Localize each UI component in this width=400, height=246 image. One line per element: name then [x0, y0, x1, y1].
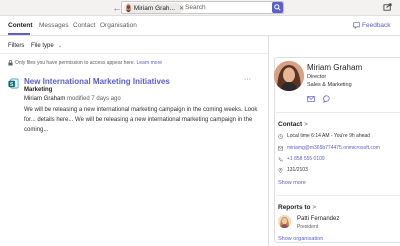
popout-icon[interactable] [383, 3, 392, 12]
permission-text: Only files you have permission to access… [15, 60, 136, 66]
chip-close-icon[interactable]: ✕ [179, 5, 184, 12]
search-button[interactable] [272, 2, 283, 13]
file-type-dropdown[interactable]: File type [31, 43, 54, 49]
more-options-icon[interactable]: ··· [244, 76, 251, 83]
manager-title: President [297, 224, 319, 230]
clock-icon [278, 134, 283, 139]
panel-divider [268, 36, 269, 246]
person-avatar [126, 4, 131, 12]
result-author: Miriam Graham [24, 96, 66, 102]
top-bar: ← Miriam Grah... ✕ Search [0, 0, 400, 16]
feedback-icon [353, 22, 360, 29]
person-filter-chip[interactable]: Miriam Grah... ✕ [124, 3, 184, 13]
search-box[interactable]: Miriam Grah... ✕ Search [121, 1, 284, 14]
mail-icon[interactable] [307, 96, 315, 102]
contact-email-link[interactable]: miriamg@m365b774475.onmicrosoft.com [287, 145, 380, 151]
tab-organisation[interactable]: Organisation [100, 22, 137, 29]
search-icon [274, 4, 281, 11]
email-icon [278, 146, 283, 151]
result-modified: modified 7 days ago [67, 96, 121, 102]
profile-title: Director [307, 74, 327, 80]
chevron-right-icon: > [312, 204, 317, 211]
tab-bar: Content Messages Contact Organisation [0, 16, 400, 36]
phone-icon [278, 157, 283, 162]
profile-name: Miriam Graham [307, 63, 363, 72]
tab-messages[interactable]: Messages [39, 22, 69, 29]
manager-avatar[interactable] [278, 215, 291, 228]
divider [0, 53, 268, 54]
contact-heading[interactable]: Contact > [278, 121, 308, 128]
active-tab-indicator [8, 33, 30, 35]
learn-more-link[interactable]: Learn more [136, 60, 162, 66]
sharepoint-file-icon: S [8, 78, 19, 89]
result-snippet: We will be releasing a new international… [24, 107, 258, 133]
divider [276, 112, 400, 113]
chevron-right-icon: > [304, 121, 308, 128]
person-chip-label: Miriam Grah... [133, 4, 175, 12]
manager-name[interactable]: Patti Fernandez [297, 216, 339, 222]
result-title-link[interactable]: New International Marketing Initiatives [24, 77, 170, 86]
chat-icon[interactable] [323, 95, 331, 103]
chevron-down-icon[interactable]: ⌄ [58, 43, 62, 49]
avatar [274, 61, 304, 91]
result-meta: Miriam Graham modified 7 days ago [24, 96, 121, 102]
contact-local-time: Local time 6:14 AM - You're 9h ahead [287, 133, 370, 139]
lock-icon [8, 60, 13, 66]
permission-note: Only files you have permission to access… [15, 60, 162, 66]
feedback-link[interactable]: Feedback [362, 22, 391, 29]
location-icon [278, 168, 283, 173]
tab-content[interactable]: Content [8, 22, 33, 29]
reports-to-heading[interactable]: Reports to > [278, 204, 316, 211]
contact-office: 131/2103 [287, 167, 308, 173]
tab-contact[interactable]: Contact [73, 22, 95, 29]
search-input[interactable]: Search [185, 4, 206, 11]
contact-phone-link[interactable]: +1 858 555 0109 [287, 156, 325, 162]
show-organisation-link[interactable]: Show organisation [278, 236, 323, 242]
profile-department: Sales & Marketing [307, 82, 352, 88]
filters-label: Filters [8, 43, 25, 49]
show-more-link[interactable]: Show more [278, 180, 306, 186]
result-site: Marketing [24, 87, 53, 93]
divider [276, 195, 400, 196]
